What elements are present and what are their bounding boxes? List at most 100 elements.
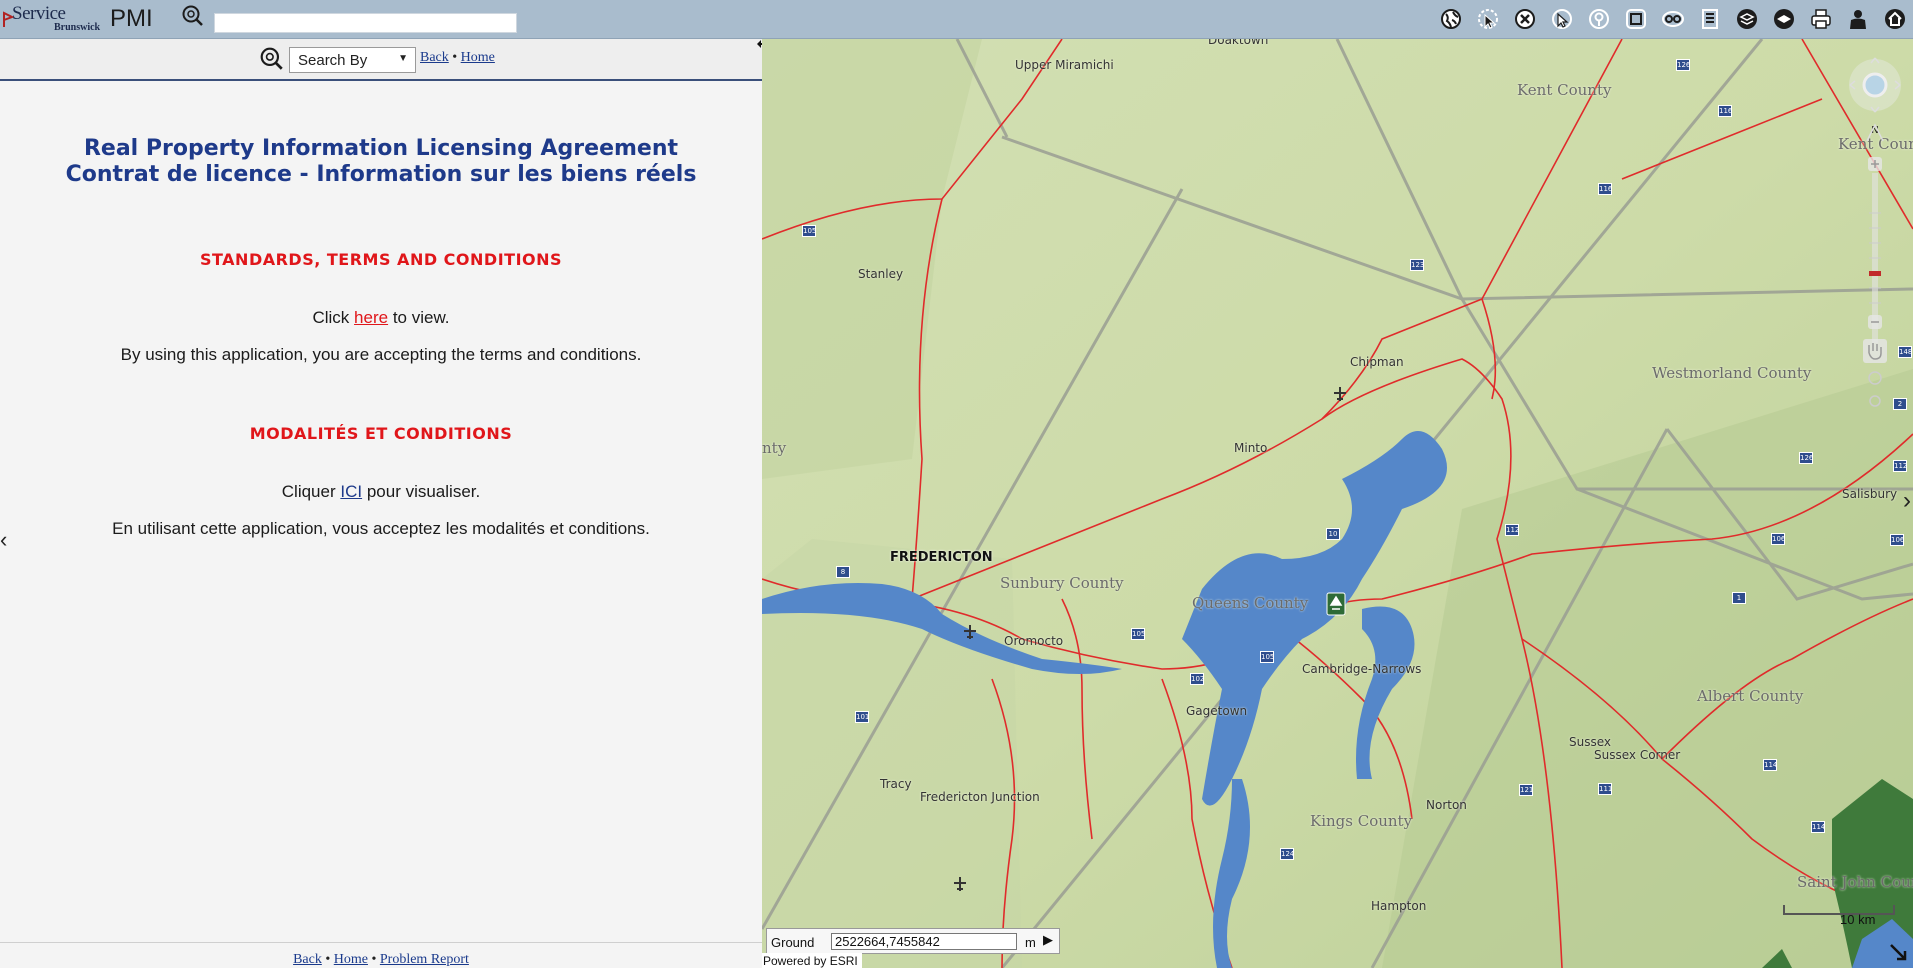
place-label: Upper Miramichi	[1015, 58, 1114, 72]
overview-icon[interactable]	[1658, 6, 1687, 32]
place-label: Chipman	[1350, 355, 1404, 369]
park-marker-icon	[1326, 592, 1346, 616]
highway-shield: 102	[1190, 673, 1205, 685]
left-panel: Search By ▼ Back • Home Real Property In…	[0, 39, 762, 968]
license-agreement: Real Property Information Licensing Agre…	[0, 91, 762, 540]
county-label: Kings County	[1310, 812, 1413, 830]
layers-icon[interactable]	[1732, 6, 1761, 32]
place-label: Doaktown	[1208, 39, 1269, 47]
problem-report-link[interactable]: Problem Report	[380, 952, 469, 967]
identify-cursor-icon[interactable]	[1473, 6, 1502, 32]
highway-shield: 112	[1893, 460, 1908, 472]
footer-separator: •	[371, 952, 377, 967]
map-navigation-control[interactable]: N	[1847, 53, 1903, 408]
view-terms-text-en: Click here to view.	[0, 307, 762, 329]
terms-link-en[interactable]: here	[354, 308, 388, 327]
place-label: Salisbury	[1842, 487, 1898, 501]
county-label: nty	[762, 439, 787, 457]
highway-shield: 124	[1280, 848, 1295, 860]
county-label: Albert County	[1697, 687, 1804, 705]
highway-shield: 8	[836, 566, 850, 578]
basemap-icon[interactable]	[1769, 6, 1798, 32]
place-label: Sussex	[1569, 735, 1611, 749]
place-label: Minto	[1234, 441, 1268, 455]
overview-toggle-icon[interactable]	[1889, 943, 1911, 965]
highway-shield: 121	[1519, 784, 1534, 796]
extent-icon[interactable]	[1621, 6, 1650, 32]
esri-attribution: Powered by ESRI	[762, 953, 862, 968]
home-icon[interactable]	[1880, 6, 1909, 32]
search-by-label: Search By	[298, 52, 368, 69]
accept-text-en: By using this application, you are accep…	[120, 345, 642, 364]
globe-icon[interactable]	[1436, 6, 1465, 32]
highway-shield: 111	[1598, 783, 1613, 795]
search-icon[interactable]	[259, 46, 285, 72]
logo-text-brunswick: Brunswick	[54, 22, 101, 33]
terms-heading-fr: MODALITÉS ET CONDITIONS	[249, 424, 513, 443]
chevron-down-icon: ▼	[398, 53, 408, 64]
collapse-left-icon[interactable]: ‹	[0, 527, 7, 553]
map-view[interactable]: Kent County Westmorland County Sunbury C…	[762, 39, 1913, 968]
highway-shield: 101	[855, 711, 870, 723]
highway-shield: 10	[1326, 528, 1340, 540]
coord-system-label: Ground	[771, 935, 815, 950]
page-title-fr: Contrat de licence - Information sur les…	[65, 162, 697, 187]
county-label: Queens County	[1192, 594, 1309, 612]
highway-shield: 105	[1131, 628, 1146, 640]
search-by-select[interactable]: Search By ▼	[289, 47, 416, 73]
county-label: Westmorland County	[1652, 364, 1812, 382]
print-icon[interactable]	[1806, 6, 1835, 32]
map-toolbar	[1436, 6, 1909, 32]
highway-shield: 114	[1811, 821, 1826, 833]
highway-shield: 116	[1718, 105, 1733, 117]
place-label: Cambridge-Narrows	[1302, 662, 1422, 676]
airport-icon	[964, 625, 976, 639]
breadcrumb: Back • Home	[420, 50, 495, 66]
accept-text-fr: En utilisant cette application, vous acc…	[112, 519, 650, 538]
airport-icon	[954, 877, 966, 891]
search-strip: Search By ▼ Back • Home	[0, 39, 762, 81]
back-link[interactable]: Back	[420, 50, 449, 65]
go-arrow-icon[interactable]: ▶	[1043, 932, 1053, 948]
place-label: Tracy	[880, 777, 912, 791]
terms-link-fr[interactable]: ICI	[340, 482, 362, 501]
place-label: Stanley	[858, 267, 904, 281]
service-nb-logo[interactable]: Service Brunswick	[2, 3, 101, 33]
select-cursor-icon[interactable]	[1547, 6, 1576, 32]
cliquer-prefix: Cliquer	[281, 482, 336, 501]
search-input[interactable]	[214, 13, 517, 33]
coordinate-input[interactable]: 2522664,7455842	[831, 933, 1017, 950]
cliquer-suffix: pour visualiser.	[366, 482, 481, 501]
footer-divider	[0, 942, 762, 943]
home-link[interactable]: Home	[461, 50, 495, 65]
airport-icon	[1334, 387, 1346, 401]
footer-links: Back • Home • Problem Report	[0, 952, 762, 968]
search-icon[interactable]	[181, 4, 205, 28]
city-label: FREDERICTON	[890, 550, 993, 565]
click-suffix: to view.	[392, 308, 450, 327]
place-label: Sussex Corner	[1594, 748, 1681, 762]
highway-shield: 105	[802, 225, 817, 237]
highway-shield: 116	[1598, 183, 1613, 195]
top-bar: Service Brunswick PMI	[0, 0, 1913, 39]
footer-separator: •	[325, 952, 331, 967]
place-label: Fredericton Junction	[920, 790, 1040, 804]
highway-shield: 126	[1799, 452, 1814, 464]
breadcrumb-separator: •	[452, 50, 458, 65]
user-icon[interactable]	[1843, 6, 1872, 32]
highway-shield: 105	[1260, 651, 1275, 663]
county-label: Saint John Count	[1797, 873, 1913, 891]
footer-back-link[interactable]: Back	[293, 952, 322, 967]
highway-shield: 106	[1890, 534, 1905, 546]
place-label: Hampton	[1371, 899, 1427, 913]
info-icon[interactable]	[1584, 6, 1613, 32]
collapse-right-icon[interactable]: ›	[1903, 487, 1911, 515]
highway-shield: 126	[1676, 59, 1691, 71]
place-label: Gagetown	[1186, 704, 1248, 718]
footer-home-link[interactable]: Home	[334, 952, 368, 967]
highway-shield: 106	[1771, 533, 1786, 545]
view-terms-text-fr: Cliquer ICI pour visualiser.	[0, 481, 762, 503]
legend-icon[interactable]	[1695, 6, 1724, 32]
clear-icon[interactable]	[1510, 6, 1539, 32]
scale-label: 10 km	[1840, 912, 1876, 927]
